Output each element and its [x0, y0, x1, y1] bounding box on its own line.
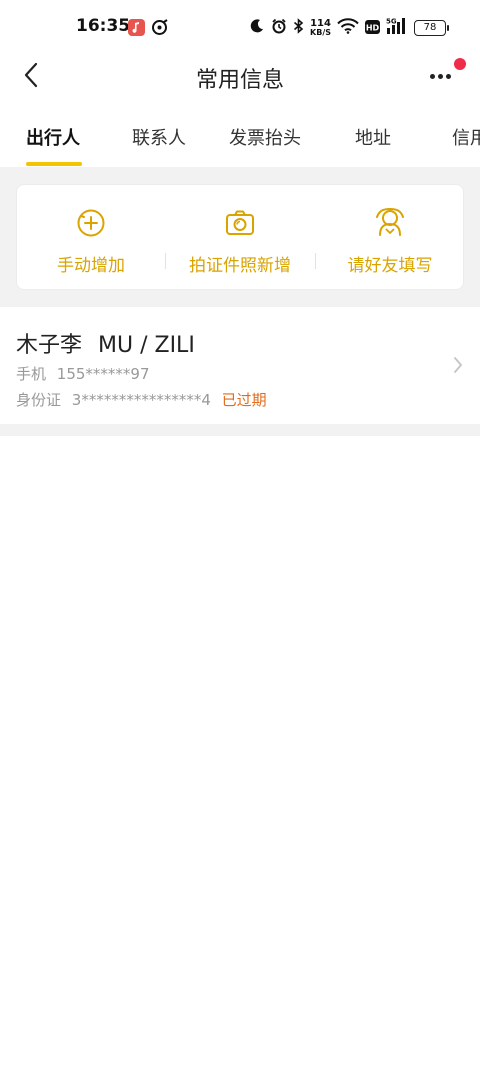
phone-label: 手机	[16, 365, 47, 383]
tab-contacts[interactable]: 联系人	[132, 124, 186, 150]
invite-friend-label: 请好友填写	[347, 256, 433, 276]
top-nav-bar: 常用信息	[0, 56, 480, 114]
traveler-phone-row: 手机 155******97	[16, 363, 150, 384]
id-label: 身份证	[16, 391, 62, 409]
signal-5g-icon: 5G	[386, 17, 408, 39]
friend-icon	[376, 207, 404, 236]
add-actions-card: 手动增加 拍证件照新增 请好友填写	[16, 184, 464, 290]
browser-app-icon	[151, 19, 168, 36]
music-app-icon	[128, 19, 145, 36]
traveler-chinese-name: 木子李	[16, 333, 83, 358]
invite-friend-button[interactable]: 请好友填写	[316, 185, 464, 289]
network-speed: 114 KB/S	[310, 19, 331, 37]
chevron-right-icon	[454, 357, 462, 373]
phone-number: 155******97	[56, 365, 150, 383]
photo-id-add-button[interactable]: 拍证件照新增	[166, 185, 314, 289]
svg-text:HD: HD	[366, 23, 380, 32]
manual-add-button[interactable]: 手动增加	[17, 185, 165, 289]
tab-credit[interactable]: 信用	[452, 124, 480, 150]
traveler-pinyin-name: MU / ZILI	[98, 333, 195, 358]
notification-badge	[454, 58, 466, 70]
active-tab-indicator	[26, 162, 82, 166]
tab-invoice-title[interactable]: 发票抬头	[229, 124, 301, 150]
status-time: 16:35	[76, 16, 131, 36]
status-bar: 16:35 114 KB/S HD 5G 78	[0, 0, 480, 56]
alarm-icon	[271, 18, 287, 38]
battery-icon: 78	[414, 20, 449, 36]
status-icons: 114 KB/S HD 5G 78	[249, 16, 449, 40]
tab-address[interactable]: 地址	[355, 124, 391, 150]
category-tabs: 出行人 联系人 发票抬头 地址 信用	[0, 114, 480, 168]
more-dots-icon	[430, 74, 435, 79]
photo-id-add-label: 拍证件照新增	[189, 256, 291, 276]
camera-icon	[226, 210, 254, 235]
traveler-id-row: 身份证 3****************4 已过期	[16, 389, 267, 410]
svg-text:5G: 5G	[386, 18, 397, 26]
more-button[interactable]	[426, 58, 466, 88]
hd-icon: HD	[365, 19, 380, 38]
bluetooth-icon	[293, 18, 304, 38]
plus-circle-icon	[77, 209, 105, 237]
traveler-list-item[interactable]: 木子李 MU / ZILI 手机 155******97 身份证 3*******…	[0, 307, 480, 424]
id-number: 3****************4	[71, 391, 211, 409]
traveler-name: 木子李 MU / ZILI	[16, 327, 195, 359]
moon-icon	[249, 18, 265, 38]
more-dot	[438, 74, 443, 79]
tab-travelers[interactable]: 出行人	[26, 124, 80, 150]
wifi-icon	[337, 18, 359, 38]
page-title: 常用信息	[195, 68, 284, 93]
list-separator	[0, 424, 480, 436]
network-speed-unit: KB/S	[310, 28, 331, 37]
manual-add-label: 手动增加	[57, 256, 125, 276]
more-dot	[446, 74, 451, 79]
expired-status-tag: 已过期	[221, 391, 267, 409]
